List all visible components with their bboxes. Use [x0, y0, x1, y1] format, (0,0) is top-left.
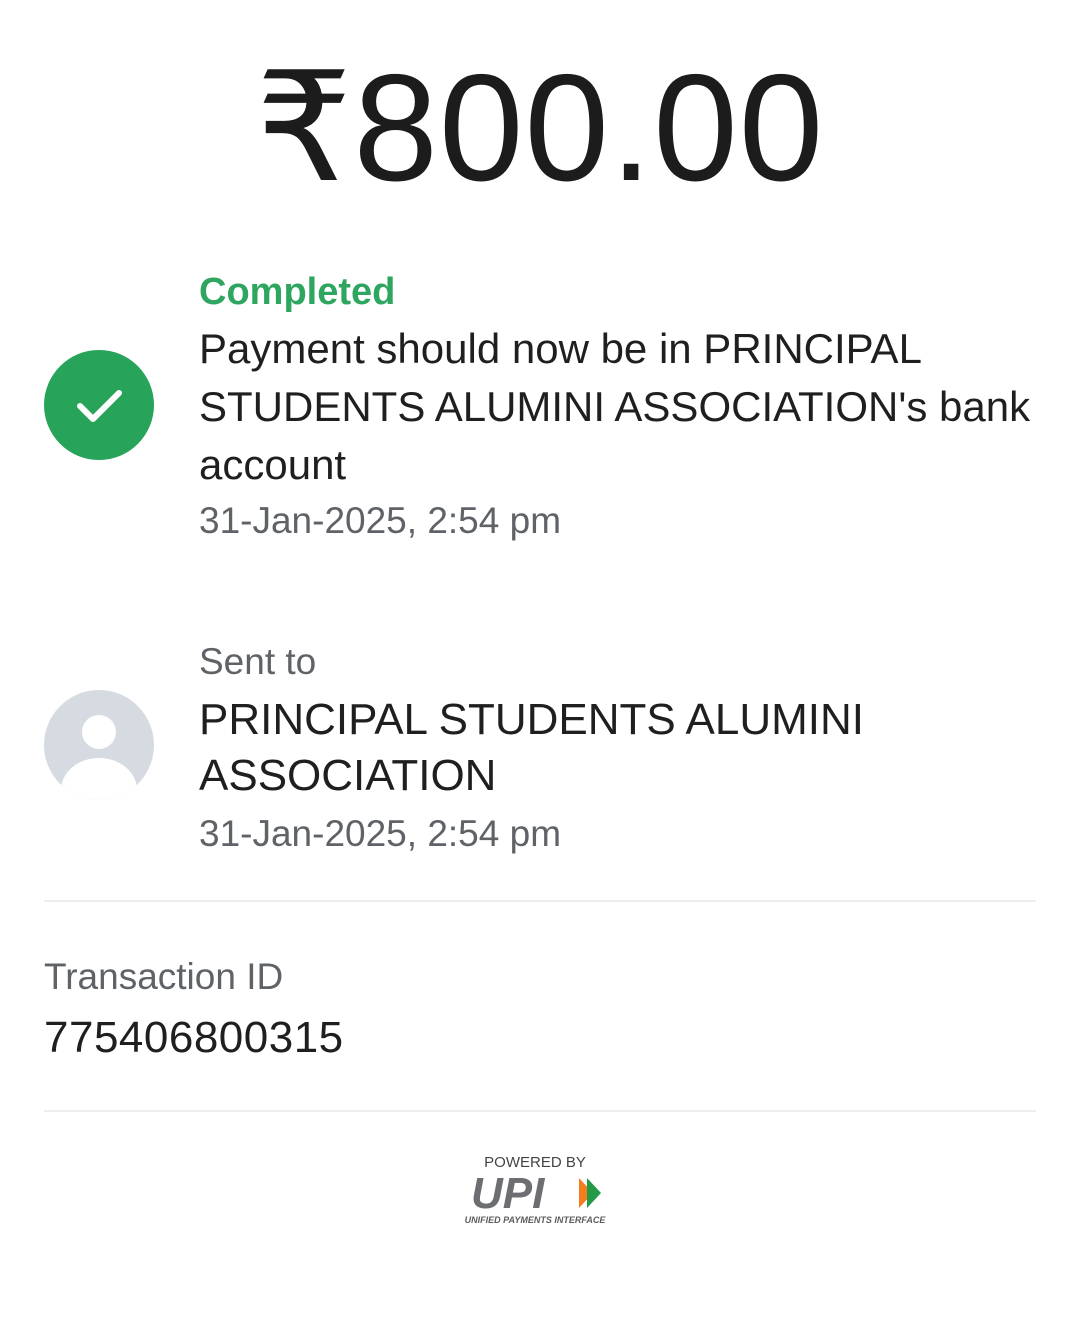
status-label: Completed — [199, 271, 396, 313]
divider — [44, 900, 1036, 902]
transaction-id-value[interactable]: 775406800315 — [44, 1010, 344, 1066]
payment-amount: ₹800.00 — [255, 43, 825, 213]
check-circle-icon — [44, 350, 154, 460]
status-timestamp: 31-Jan-2025, 2:54 pm — [199, 500, 562, 541]
powered-by-label: POWERED BY — [484, 1154, 586, 1171]
avatar-placeholder-icon — [44, 690, 154, 800]
divider — [44, 1110, 1036, 1112]
upi-subtitle: UNIFIED PAYMENTS INTERFACE — [464, 1215, 606, 1225]
sent-timestamp: 31-Jan-2025, 2:54 pm — [199, 813, 562, 854]
upi-logo-icon: UPI — [471, 1172, 601, 1214]
transaction-id-label: Transaction ID — [44, 956, 284, 997]
upi-logo-text: UPI — [471, 1172, 545, 1214]
recipient-name: PRINCIPAL STUDENTS ALUMINI ASSOCIATION — [199, 695, 865, 800]
upi-logo: POWERED BY UPI UNIFIED PAYMENTS INTERFAC… — [455, 1150, 625, 1235]
sent-to-label: Sent to — [199, 641, 317, 682]
status-message: Payment should now be in PRINCIPAL STUDE… — [199, 325, 1031, 488]
